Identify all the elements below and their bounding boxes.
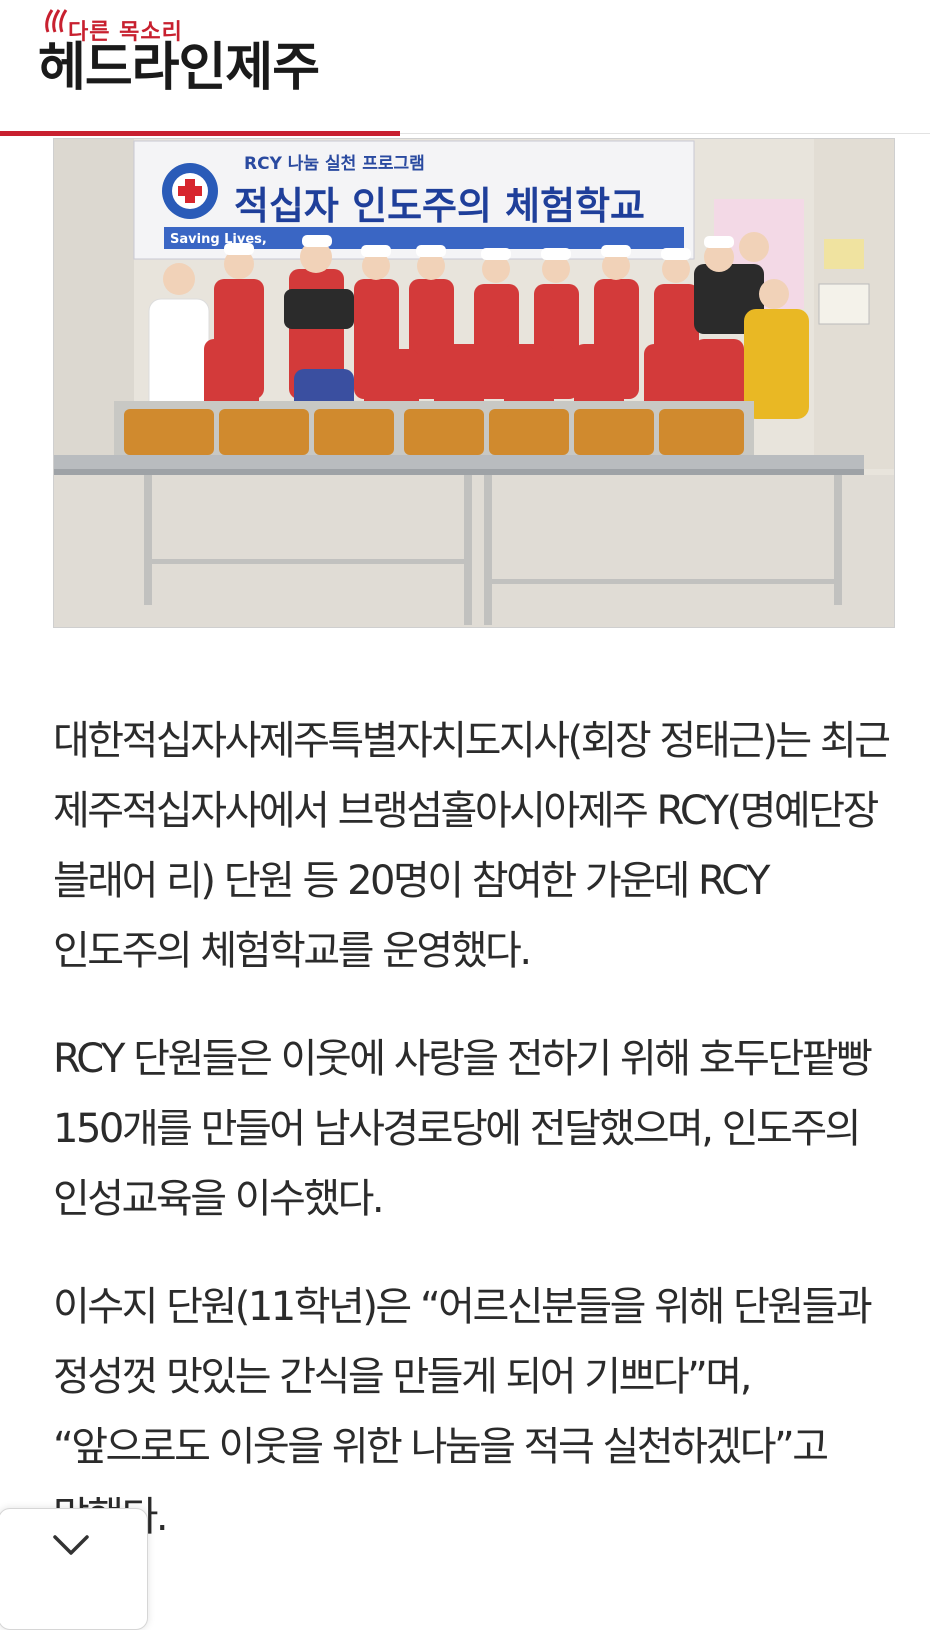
voice-waves-icon (45, 9, 68, 33)
scroll-down-button[interactable] (0, 1508, 148, 1630)
site-logo[interactable]: 다른 목소리 헤드라인제주 (38, 6, 368, 106)
chevron-down-icon (53, 1535, 89, 1555)
banner-title-text: 적십자 인도주의 체험학교 (234, 184, 645, 228)
article-photo: RCY 나눔 실천 프로그램 적십자 인도주의 체험학교 Saving Live… (53, 138, 895, 628)
header-accent-bar (0, 131, 400, 136)
site-header: 다른 목소리 헤드라인제주 (0, 0, 930, 136)
site-name: 헤드라인제주 (38, 38, 320, 98)
article-paragraph: 대한적십자사제주특별자치도지사(회장 정태근)는 최근 제주적십자사에서 브랭섬… (53, 718, 891, 974)
article-paragraph: RCY 단원들은 이웃에 사랑을 전하기 위해 호두단팥빵 150개를 만들어 … (53, 1036, 873, 1222)
article-body: 대한적십자사제주특별자치도지사(회장 정태근)는 최근 제주적십자사에서 브랭섬… (53, 706, 893, 1590)
banner-small-text: RCY 나눔 실천 프로그램 (244, 154, 425, 174)
article-paragraph: 이수지 단원(11학년)은 “어르신분들을 위해 단원들과 정성껏 맛있는 간식… (53, 1284, 873, 1540)
